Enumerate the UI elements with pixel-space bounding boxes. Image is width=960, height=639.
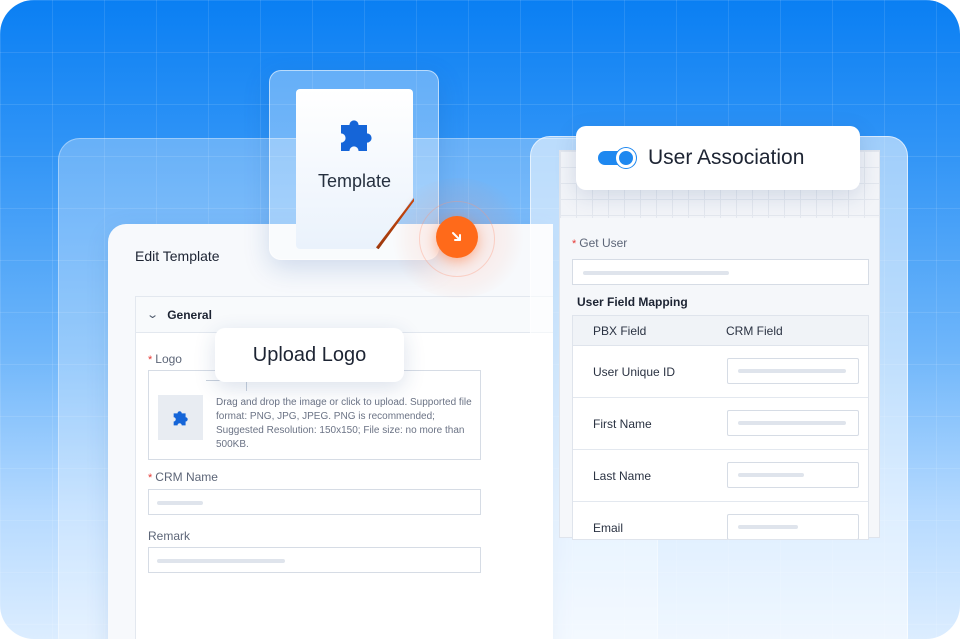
placeholder-bar: [738, 525, 798, 529]
upload-logo-callout: Upload Logo: [215, 328, 404, 382]
puzzle-icon: [341, 120, 372, 151]
puzzle-icon: [173, 410, 188, 425]
pbx-field-name: First Name: [593, 417, 652, 431]
table-row: Email: [573, 502, 868, 539]
crm-field-input[interactable]: [727, 358, 859, 384]
crm-name-input[interactable]: [148, 489, 481, 515]
get-user-label: * Get User: [572, 236, 628, 250]
remark-label: Remark: [148, 529, 191, 543]
required-asterisk: *: [148, 354, 153, 366]
pbx-field-name: User Unique ID: [593, 365, 676, 379]
required-asterisk: *: [572, 238, 577, 250]
crm-field-input[interactable]: [727, 462, 859, 488]
required-asterisk: *: [148, 472, 153, 484]
general-section-label: General: [167, 307, 212, 322]
placeholder-bar: [157, 501, 203, 505]
crm-field-input[interactable]: [727, 410, 859, 436]
logo-label: * Logo: [148, 352, 182, 366]
column-header-crm: CRM Field: [726, 324, 783, 338]
template-label: Template: [317, 171, 392, 191]
background: Edit Template ⌄ General * Logo Drag and d…: [0, 0, 960, 639]
remark-input[interactable]: [148, 547, 481, 573]
placeholder-bar: [583, 271, 729, 275]
table-row: User Unique ID: [573, 346, 868, 398]
upload-hint: Drag and drop the image or click to uplo…: [216, 397, 472, 450]
user-association-title: User Association: [648, 146, 805, 169]
pbx-field-name: Last Name: [593, 469, 652, 483]
upload-thumbnail: [158, 395, 203, 440]
placeholder-bar: [738, 421, 846, 425]
arrow-down-right-icon: [452, 232, 461, 241]
table-row: Last Name: [573, 450, 868, 502]
table-header: PBX Field CRM Field: [573, 316, 868, 346]
placeholder-bar: [157, 559, 285, 563]
column-header-pbx: PBX Field: [593, 324, 647, 338]
user-field-mapping-table: PBX Field CRM Field User Unique ID First…: [572, 315, 869, 540]
edit-template-title: Edit Template: [135, 248, 220, 264]
crm-field-input[interactable]: [727, 514, 859, 539]
logo-upload-dropzone[interactable]: Drag and drop the image or click to uplo…: [148, 370, 481, 460]
arrow-action-button[interactable]: [436, 216, 478, 258]
pbx-field-name: Email: [593, 521, 624, 535]
crm-name-label: * CRM Name: [148, 470, 218, 484]
user-association-toggle[interactable]: [598, 148, 636, 168]
toggle-knob: [616, 148, 636, 168]
user-field-mapping-title: User Field Mapping: [577, 295, 688, 309]
get-user-select[interactable]: [572, 259, 869, 285]
placeholder-bar: [738, 369, 846, 373]
upload-logo-label: Upload Logo: [252, 343, 367, 366]
user-association-callout: User Association: [576, 126, 860, 190]
table-row: First Name: [573, 398, 868, 450]
chevron-down-icon: ⌄: [146, 309, 160, 321]
placeholder-bar: [738, 473, 804, 477]
